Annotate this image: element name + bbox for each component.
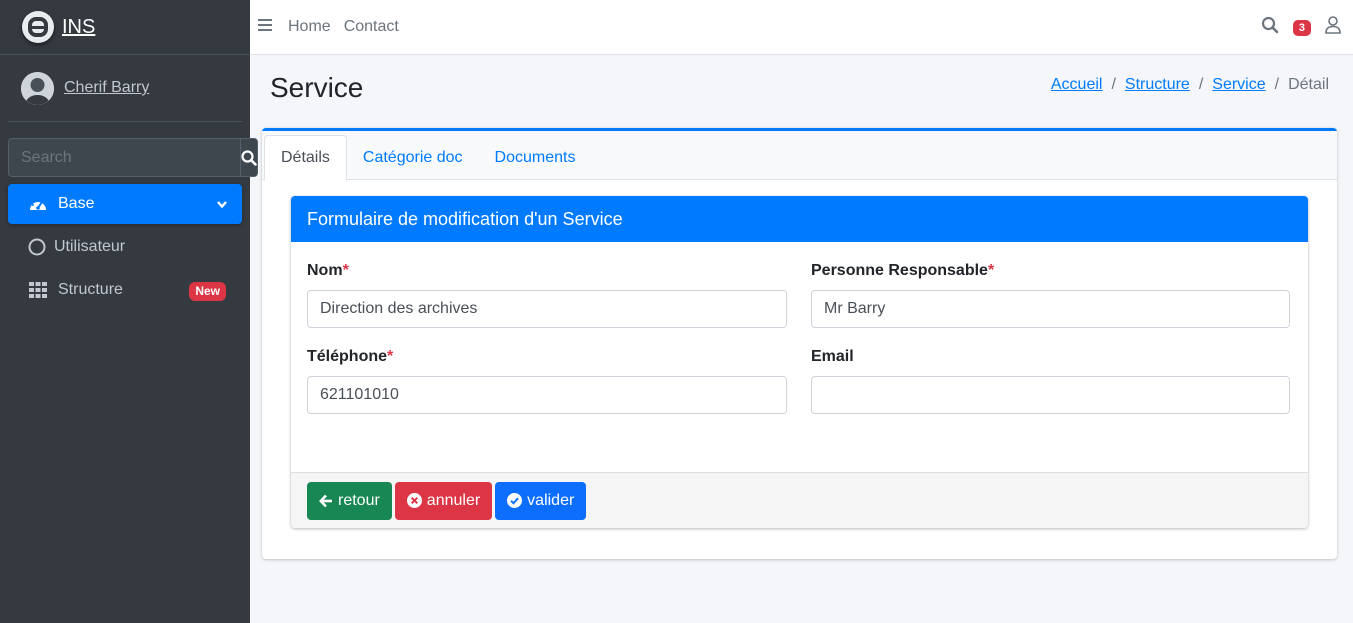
form-footer: retour annuler valider <box>291 472 1308 528</box>
nav-link-home[interactable]: Home <box>288 18 331 36</box>
breadcrumb-separator: / <box>1198 76 1204 93</box>
sidebar-search <box>8 138 258 177</box>
telephone-input[interactable]: 621101010 <box>307 376 787 414</box>
responsable-input[interactable]: Mr Barry <box>811 290 1290 328</box>
service-card: Détails Catégorie doc Documents Formulai… <box>262 128 1337 559</box>
nom-input[interactable]: Direction des archives <box>307 290 787 328</box>
brand-logo-icon <box>22 11 54 43</box>
breadcrumb-structure[interactable]: Structure <box>1125 76 1190 94</box>
required-marker: * <box>387 348 394 365</box>
avatar[interactable] <box>21 71 54 105</box>
sidebar-item-label: Structure <box>58 281 123 298</box>
submit-button[interactable]: valider <box>495 481 587 520</box>
sidebar-item-label: Base <box>58 195 95 212</box>
breadcrumb-accueil[interactable]: Accueil <box>1051 76 1103 94</box>
required-marker: * <box>987 262 995 279</box>
top-right-actions: 3 <box>1261 16 1341 39</box>
sidebar: INS Cherif Barry Base Utilisateur <box>0 0 258 623</box>
field-email: Email <box>811 348 1290 414</box>
user-icon[interactable] <box>1325 16 1341 39</box>
hamburger-menu-icon[interactable] <box>258 18 272 37</box>
sidebar-item-base[interactable]: Base <box>8 184 242 224</box>
breadcrumb-separator: / <box>1274 76 1280 93</box>
field-telephone: Téléphone* 621101010 <box>307 348 787 414</box>
arrow-left-icon <box>319 494 332 507</box>
email-label: Email <box>811 348 854 365</box>
sidebar-nav: Base Utilisateur Structure New <box>8 184 242 313</box>
sidebar-search-button[interactable] <box>240 138 258 177</box>
new-badge: New <box>189 282 226 301</box>
breadcrumb-service[interactable]: Service <box>1212 76 1265 94</box>
tab-categorie-doc[interactable]: Catégorie doc <box>347 135 479 180</box>
tab-details[interactable]: Détails <box>264 135 347 181</box>
page-title: Service <box>270 72 364 103</box>
search-icon <box>241 149 257 166</box>
user-name-link[interactable]: Cherif Barry <box>64 79 149 97</box>
breadcrumb-current: Détail <box>1288 76 1329 93</box>
top-navbar: Home Contact 3 <box>250 0 1353 55</box>
sidebar-search-input[interactable] <box>8 138 240 177</box>
breadcrumb-separator: / <box>1111 76 1116 93</box>
breadcrumb: Accueil / Structure / Service / Détail <box>1051 76 1329 94</box>
grid-icon <box>28 282 48 298</box>
submit-button-label: valider <box>527 491 575 509</box>
dashboard-icon <box>28 196 48 212</box>
sidebar-item-structure[interactable]: Structure New <box>8 270 242 310</box>
back-button[interactable]: retour <box>307 481 392 520</box>
edit-form-card: Formulaire de modification d'un Service … <box>291 196 1308 528</box>
form-title: Formulaire de modification d'un Service <box>291 196 1308 242</box>
cancel-button-label: annuler <box>426 491 481 509</box>
back-button-label: retour <box>338 491 380 509</box>
email-input[interactable] <box>811 376 1290 414</box>
times-circle-icon <box>406 493 422 508</box>
notification-badge[interactable]: 3 <box>1292 19 1311 36</box>
brand-name[interactable]: INS <box>62 16 95 39</box>
telephone-label: Téléphone <box>307 348 388 365</box>
circle-icon <box>28 238 46 256</box>
required-marker: * <box>342 262 349 279</box>
sidebar-item-label: Utilisateur <box>54 238 126 255</box>
nom-label: Nom <box>307 262 343 279</box>
cancel-button[interactable]: annuler <box>394 481 493 520</box>
field-nom: Nom* Direction des archives <box>307 262 787 328</box>
field-responsable: Personne Responsable* Mr Barry <box>811 262 1290 328</box>
chevron-down-icon <box>216 197 228 215</box>
nav-link-contact[interactable]: Contact <box>344 18 399 36</box>
brand-link[interactable]: INS <box>0 0 250 55</box>
search-icon[interactable] <box>1261 16 1279 39</box>
tab-documents[interactable]: Documents <box>479 135 592 180</box>
responsable-label: Personne Responsable <box>811 262 988 279</box>
sidebar-item-utilisateur[interactable]: Utilisateur <box>8 227 242 267</box>
tabs: Détails Catégorie doc Documents <box>262 131 1337 181</box>
check-circle-icon <box>507 493 523 508</box>
user-panel: Cherif Barry <box>8 55 242 122</box>
